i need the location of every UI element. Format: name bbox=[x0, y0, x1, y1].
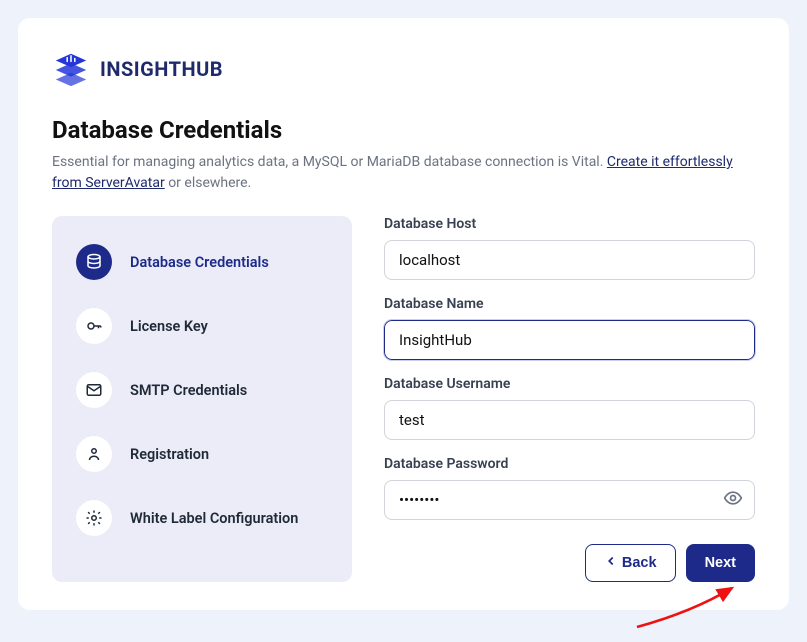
step-license-key[interactable]: License Key bbox=[62, 294, 342, 358]
step-label: Database Credentials bbox=[130, 254, 269, 271]
step-label: White Label Configuration bbox=[130, 510, 298, 527]
next-button[interactable]: Next bbox=[686, 544, 755, 582]
page-description: Essential for managing analytics data, a… bbox=[52, 152, 755, 194]
db-host-label: Database Host bbox=[384, 216, 755, 232]
user-icon bbox=[76, 436, 112, 472]
eye-icon[interactable] bbox=[723, 488, 743, 512]
db-pass-label: Database Password bbox=[384, 456, 755, 472]
brand-name: INSIGHTHUB bbox=[100, 57, 223, 81]
step-label: Registration bbox=[130, 446, 209, 463]
db-name-label: Database Name bbox=[384, 296, 755, 312]
action-row: Back Next bbox=[384, 544, 755, 582]
database-icon bbox=[76, 244, 112, 280]
back-label: Back bbox=[622, 555, 657, 571]
form-column: Database Host Database Name Database Use… bbox=[384, 216, 755, 582]
step-white-label[interactable]: White Label Configuration bbox=[62, 486, 342, 550]
next-label: Next bbox=[705, 555, 736, 571]
desc-text-post: or elsewhere. bbox=[168, 175, 251, 191]
step-label: License Key bbox=[130, 318, 208, 335]
db-user-input[interactable] bbox=[384, 400, 755, 440]
brand-logo: INSIGHTHUB bbox=[52, 50, 755, 88]
step-label: SMTP Credentials bbox=[130, 382, 247, 399]
db-name-input[interactable] bbox=[384, 320, 755, 360]
db-user-label: Database Username bbox=[384, 376, 755, 392]
db-host-input[interactable] bbox=[384, 240, 755, 280]
steps-sidebar: Database Credentials License Key SMTP Cr… bbox=[52, 216, 352, 582]
logo-mark-icon bbox=[52, 50, 90, 88]
gear-icon bbox=[76, 500, 112, 536]
setup-card: INSIGHTHUB Database Credentials Essentia… bbox=[18, 18, 789, 610]
key-icon bbox=[76, 308, 112, 344]
step-smtp-credentials[interactable]: SMTP Credentials bbox=[62, 358, 342, 422]
db-pass-input[interactable] bbox=[384, 480, 755, 520]
desc-text-pre: Essential for managing analytics data, a… bbox=[52, 154, 607, 170]
step-database-credentials[interactable]: Database Credentials bbox=[62, 230, 342, 294]
chevron-left-icon bbox=[604, 554, 618, 572]
page-title: Database Credentials bbox=[52, 116, 755, 144]
mail-icon bbox=[76, 372, 112, 408]
step-registration[interactable]: Registration bbox=[62, 422, 342, 486]
back-button[interactable]: Back bbox=[585, 544, 676, 582]
